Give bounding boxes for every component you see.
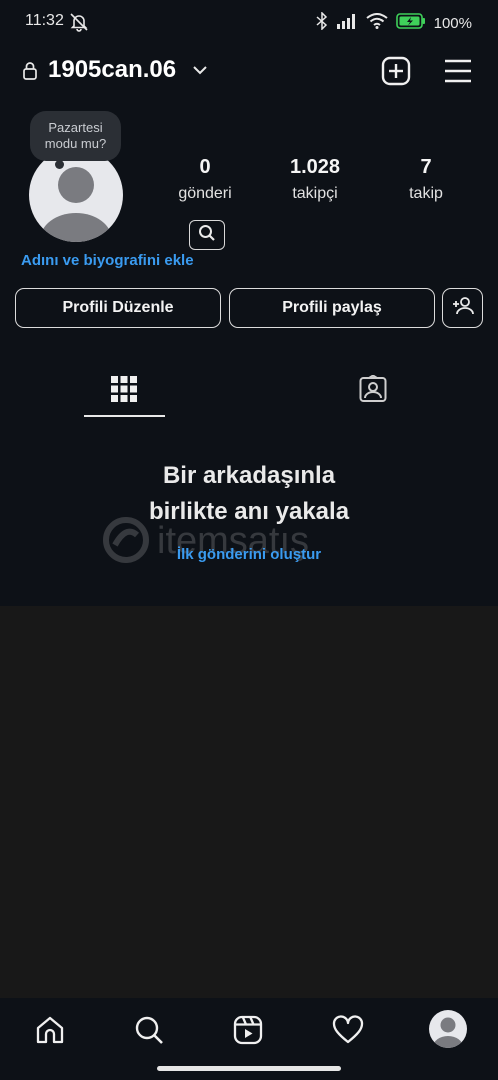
bluetooth-icon bbox=[316, 11, 328, 34]
username-switcher[interactable]: 1905can.06 bbox=[48, 56, 176, 84]
tagged-icon bbox=[359, 374, 387, 407]
search-icon bbox=[198, 224, 216, 247]
note-bubble[interactable]: Pazartesi modu mu? bbox=[30, 111, 121, 161]
following-label: takip bbox=[409, 185, 443, 202]
active-tab-indicator bbox=[84, 415, 165, 417]
posts-stat[interactable]: 0 gönderi bbox=[155, 156, 255, 203]
lock-icon bbox=[22, 61, 38, 86]
username-text: 1905can.06 bbox=[48, 56, 177, 83]
tagged-tab[interactable] bbox=[359, 374, 387, 408]
menu-icon[interactable] bbox=[444, 58, 472, 89]
profile-avatar-icon[interactable] bbox=[429, 1010, 467, 1048]
create-first-post-link[interactable]: İlk gönderini oluştur bbox=[0, 546, 498, 563]
heart-icon[interactable] bbox=[330, 1012, 366, 1048]
mute-bell-icon bbox=[69, 12, 89, 37]
grid-tab[interactable] bbox=[111, 376, 137, 407]
status-time: 11:32 bbox=[25, 12, 64, 30]
note-line-1: Pazartesi bbox=[48, 120, 103, 135]
edit-profile-label: Profili Düzenle bbox=[62, 299, 174, 316]
content-background bbox=[0, 606, 498, 998]
edit-profile-button[interactable]: Profili Düzenle bbox=[15, 288, 221, 328]
empty-title-line2: birlikte anı yakala bbox=[0, 496, 498, 528]
followers-stat[interactable]: 1.028 takipçi bbox=[265, 156, 365, 203]
grid-icon bbox=[111, 376, 137, 406]
chevron-down-icon[interactable] bbox=[192, 63, 208, 82]
empty-title-text-1: Bir arkadaşınla bbox=[162, 462, 336, 489]
battery-icon bbox=[395, 13, 426, 33]
add-person-icon bbox=[452, 296, 474, 321]
wifi-icon bbox=[366, 13, 388, 33]
share-profile-button[interactable]: Profili paylaş bbox=[229, 288, 435, 328]
add-post-icon[interactable] bbox=[381, 56, 411, 91]
posts-label: gönderi bbox=[178, 185, 232, 202]
followers-label: takipçi bbox=[292, 185, 338, 202]
empty-title-line1: Bir arkadaşınla bbox=[0, 460, 498, 492]
time-text: 11:32 bbox=[25, 12, 64, 29]
following-stat[interactable]: 7 takip bbox=[376, 156, 476, 203]
posts-count: 0 bbox=[199, 156, 211, 178]
create-first-post-text: İlk gönderini oluştur bbox=[176, 546, 322, 563]
home-icon[interactable] bbox=[32, 1012, 68, 1048]
status-icons: 100% bbox=[316, 11, 472, 34]
share-profile-label: Profili paylaş bbox=[282, 299, 382, 316]
discover-people-button[interactable] bbox=[442, 288, 483, 328]
following-count: 7 bbox=[420, 156, 432, 178]
note-line-2: modu mu? bbox=[44, 136, 107, 151]
add-bio-link[interactable]: Adını ve biyografini ekle bbox=[21, 252, 194, 269]
followers-count: 1.028 bbox=[289, 156, 341, 178]
battery-percent: 100% bbox=[433, 14, 472, 32]
signal-icon bbox=[336, 13, 358, 33]
reels-icon[interactable] bbox=[230, 1012, 266, 1048]
home-indicator[interactable] bbox=[157, 1066, 341, 1071]
note-bubble-tail bbox=[55, 160, 64, 169]
empty-title-text-2: birlikte anı yakala bbox=[148, 498, 350, 525]
profile-avatar[interactable] bbox=[29, 148, 123, 242]
add-bio-text: Adını ve biyografini ekle bbox=[21, 252, 194, 269]
search-nav-icon[interactable] bbox=[131, 1012, 167, 1048]
search-chip[interactable] bbox=[189, 220, 225, 250]
